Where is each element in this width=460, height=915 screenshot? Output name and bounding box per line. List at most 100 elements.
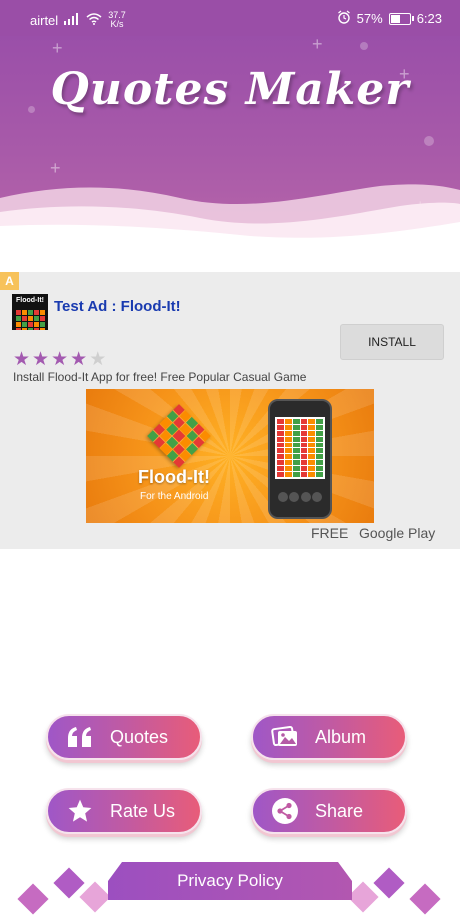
clock: 6:23 bbox=[416, 11, 442, 26]
ad-title[interactable]: Test Ad : Flood-It! bbox=[54, 298, 181, 315]
phone-screen-cell bbox=[300, 424, 308, 430]
icon-grid-cell bbox=[21, 328, 27, 330]
ad-price: FREE bbox=[311, 525, 349, 541]
quote-mark-icon bbox=[66, 723, 94, 751]
plus-decoration-icon: + bbox=[312, 36, 323, 54]
phone-screen-cell bbox=[284, 454, 292, 460]
network-speed: 37.7 K/s bbox=[108, 11, 126, 29]
phone-screen-cell bbox=[292, 430, 300, 436]
banner-subtitle: For the Android bbox=[140, 491, 209, 502]
ad-description: Install Flood-It App for free! Free Popu… bbox=[13, 370, 307, 384]
phone-screen-cell bbox=[284, 442, 292, 448]
icon-grid-cell bbox=[21, 310, 27, 315]
phone-screen-cell bbox=[284, 466, 292, 472]
phone-screen-cell bbox=[316, 454, 323, 460]
phone-screen-cell bbox=[300, 466, 308, 472]
quotes-label: Quotes bbox=[110, 726, 169, 747]
icon-grid-cell bbox=[27, 328, 33, 330]
diamond-decoration bbox=[79, 881, 111, 913]
phone-screen-cell bbox=[300, 448, 308, 454]
phone-screen-cell bbox=[300, 430, 308, 436]
phone-screen-cell bbox=[277, 472, 284, 477]
status-right: 57% 6:23 bbox=[337, 10, 442, 27]
album-icon bbox=[271, 723, 299, 751]
star-filled-icon: ★ bbox=[32, 349, 50, 370]
ad-unit[interactable]: A Flood-It! Test Ad : Flood-It! INSTALL … bbox=[0, 272, 460, 549]
phone-screen-cell bbox=[308, 436, 316, 442]
icon-grid-cell bbox=[15, 328, 21, 330]
battery-icon bbox=[388, 12, 414, 25]
phone-screen-cell bbox=[300, 419, 308, 424]
phone-screen-cell bbox=[316, 472, 323, 477]
rate-us-button[interactable]: Rate Us bbox=[46, 788, 202, 834]
phone-screen-cell bbox=[277, 466, 284, 472]
battery-level bbox=[390, 14, 400, 23]
icon-grid-cell bbox=[15, 316, 21, 321]
icon-grid-cell bbox=[21, 316, 27, 321]
phone-screen-cell bbox=[316, 460, 323, 466]
phone-screen-cell bbox=[316, 442, 323, 448]
alarm-icon bbox=[337, 10, 351, 27]
phone-screen-cell bbox=[277, 448, 284, 454]
phone-screen-cell bbox=[277, 436, 284, 442]
icon-grid-cell bbox=[39, 316, 45, 321]
phone-screen-cell bbox=[292, 442, 300, 448]
phone-screen-cell bbox=[308, 430, 316, 436]
share-button[interactable]: Share bbox=[251, 788, 407, 834]
star-empty-icon: ★ bbox=[89, 349, 107, 370]
privacy-policy-button[interactable]: Privacy Policy bbox=[108, 862, 352, 900]
status-left: airtel 37.7 K/s bbox=[30, 11, 126, 29]
plus-decoration-icon: + bbox=[52, 38, 63, 58]
phone-screen-cell bbox=[316, 424, 323, 430]
carrier-label: airtel bbox=[30, 12, 59, 28]
star-filled-icon: ★ bbox=[51, 349, 69, 370]
star-icon bbox=[66, 797, 94, 825]
phone-screen-cell bbox=[277, 454, 284, 460]
share-icon bbox=[271, 797, 299, 825]
phone-icon bbox=[268, 399, 332, 519]
diamond-decoration bbox=[347, 881, 379, 913]
ad-icon-grid bbox=[12, 310, 48, 330]
diamond-decoration bbox=[409, 883, 441, 915]
icon-grid-cell bbox=[33, 322, 39, 327]
phone-screen-cell bbox=[277, 460, 284, 466]
battery-percent: 57% bbox=[356, 11, 383, 26]
icon-grid-cell bbox=[39, 322, 45, 327]
phone-screen-cell bbox=[308, 442, 316, 448]
phone-screen-cell bbox=[300, 436, 308, 442]
icon-grid-cell bbox=[27, 322, 33, 327]
phone-screen-cell bbox=[292, 419, 300, 424]
phone-screen-cell bbox=[292, 466, 300, 472]
phone-screen-cell bbox=[316, 436, 323, 442]
phone-screen-cell bbox=[308, 448, 316, 454]
phone-screen-cell bbox=[284, 436, 292, 442]
signal-icon bbox=[64, 12, 80, 28]
icon-grid-cell bbox=[27, 310, 33, 315]
phone-screen-cell bbox=[316, 448, 323, 454]
phone-screen-cell bbox=[308, 454, 316, 460]
phone-screen-cell bbox=[308, 419, 316, 424]
album-button[interactable]: Album bbox=[251, 714, 407, 760]
phone-screen-cell bbox=[308, 472, 316, 477]
phone-screen-cell bbox=[316, 419, 323, 424]
quotes-button[interactable]: Quotes bbox=[46, 714, 202, 760]
star-filled-icon: ★ bbox=[13, 349, 31, 370]
ad-banner-image[interactable]: Flood-It! For the Android bbox=[86, 389, 374, 523]
phone-screen-cell bbox=[277, 430, 284, 436]
icon-grid-cell bbox=[33, 310, 39, 315]
phone-screen-cell bbox=[292, 436, 300, 442]
diamond-decoration bbox=[373, 867, 405, 899]
install-button[interactable]: INSTALL bbox=[340, 324, 444, 360]
wifi-icon bbox=[86, 12, 102, 28]
phone-screen-cell bbox=[277, 419, 284, 424]
phone-screen-cell bbox=[308, 460, 316, 466]
phone-screen-cell bbox=[300, 460, 308, 466]
phone-screen-cell bbox=[300, 442, 308, 448]
phone-screen-cell bbox=[300, 472, 308, 477]
ad-app-icon[interactable]: Flood-It! bbox=[12, 294, 48, 330]
icon-grid-cell bbox=[15, 322, 21, 327]
phone-keys bbox=[278, 485, 322, 509]
rating-stars: ★ ★ ★ ★ ★ bbox=[13, 348, 106, 371]
phone-screen-cell bbox=[284, 430, 292, 436]
phone-screen-cell bbox=[277, 442, 284, 448]
